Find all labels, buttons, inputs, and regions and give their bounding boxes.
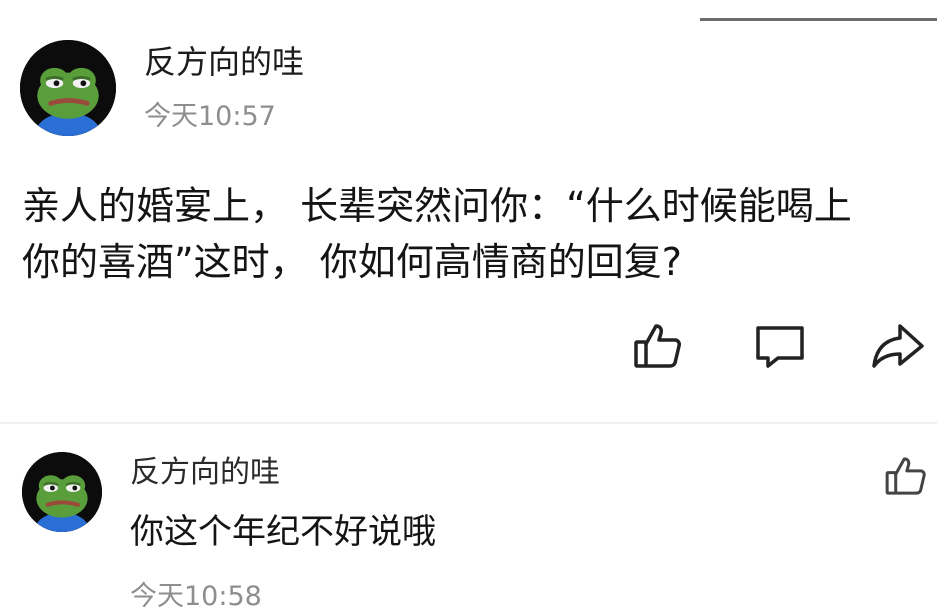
reply-author-name[interactable]: 反方向的哇 — [130, 454, 280, 492]
top-scroll-indicator — [700, 18, 937, 21]
share-button[interactable] — [870, 318, 926, 374]
reply-text: 你这个年纪不好说哦 — [130, 512, 436, 552]
post-author-avatar[interactable] — [20, 40, 116, 136]
post-timestamp: 今天10:57 — [144, 101, 276, 132]
comment-icon — [756, 326, 804, 368]
thumbs-up-icon — [885, 457, 926, 495]
thumbs-up-icon — [634, 324, 681, 368]
post-body: 亲人的婚宴上， 长辈突然问你：“什么时候能喝上 你的喜酒”这时， 你如何高情商的… — [22, 178, 922, 290]
post-body-line-1: 亲人的婚宴上， 长辈突然问你：“什么时候能喝上 — [22, 184, 852, 228]
share-icon — [872, 324, 924, 368]
post-author-name[interactable]: 反方向的哇 — [144, 42, 304, 82]
post-body-line-2: 你的喜酒”这时， 你如何高情商的回复? — [22, 240, 682, 284]
comment-button[interactable] — [752, 318, 808, 374]
reply-like-button[interactable] — [880, 450, 932, 502]
section-divider — [0, 422, 937, 424]
reply-timestamp: 今天10:58 — [130, 581, 262, 612]
like-button[interactable] — [630, 318, 686, 374]
frog-avatar-icon — [22, 452, 102, 532]
frog-avatar-icon — [20, 40, 116, 136]
reply-author-avatar[interactable] — [22, 452, 102, 532]
